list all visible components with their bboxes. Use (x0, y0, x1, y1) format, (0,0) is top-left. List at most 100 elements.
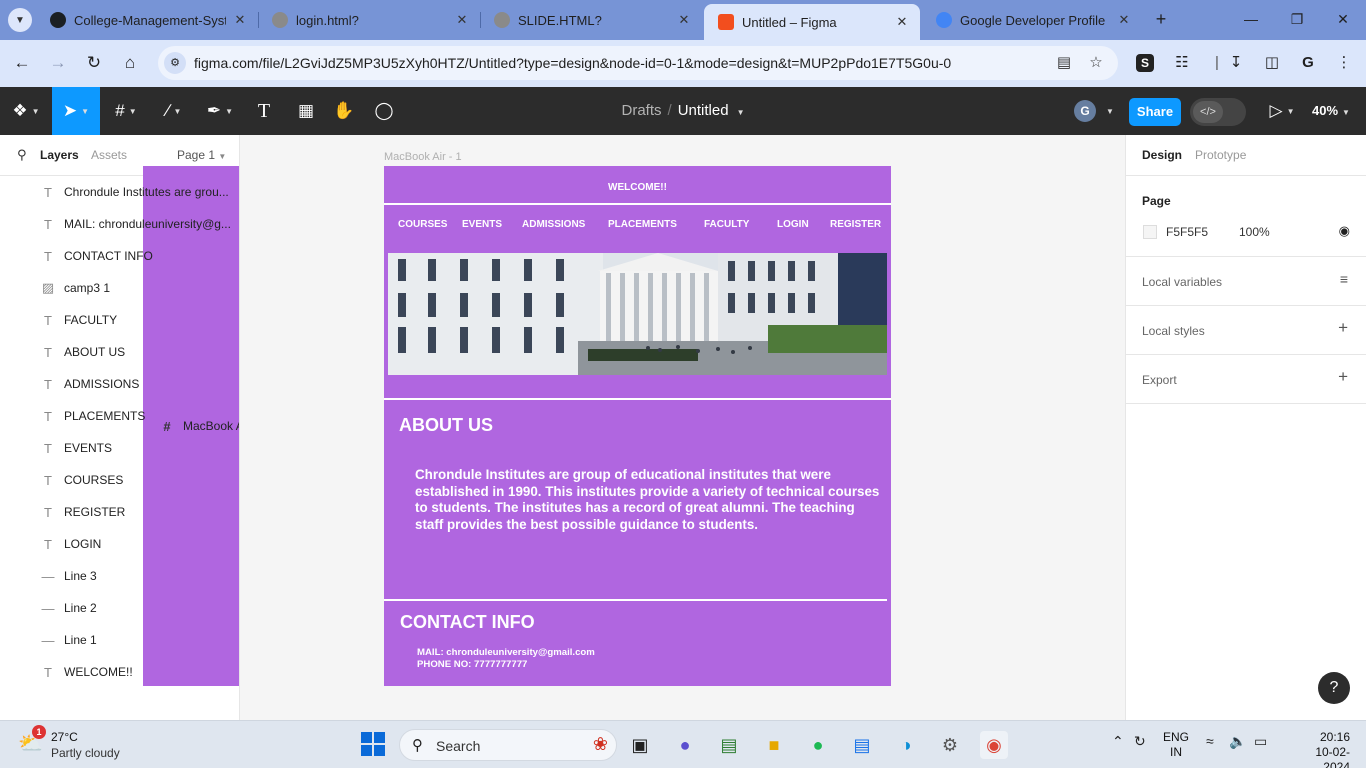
browser-tab[interactable]: College-Management-System ✕ (36, 6, 258, 34)
line-3[interactable] (384, 599, 887, 601)
weather-widget[interactable]: ⛅ 1 27°C Partly cloudy (16, 725, 156, 763)
close-icon[interactable]: ✕ (454, 12, 470, 28)
page-color-swatch[interactable] (1143, 225, 1157, 239)
side-panel-icon[interactable]: ◫ (1261, 52, 1283, 74)
layer-row[interactable]: T WELCOME!! (0, 656, 239, 688)
chevron-down-icon[interactable]: ▼ (737, 108, 745, 117)
mail-text[interactable]: MAIL: chronduleuniversity@gmail.com (417, 647, 595, 658)
present-button[interactable]: ▷ ▼ (1264, 87, 1300, 135)
extension-s-icon[interactable]: S (1136, 54, 1154, 72)
layer-row[interactable]: — Line 3 (0, 560, 239, 592)
nav-faculty[interactable]: FACULTY (704, 219, 749, 230)
layer-row[interactable]: — Line 2 (0, 592, 239, 624)
nav-placements[interactable]: PLACEMENTS (608, 219, 677, 230)
back-arrow-icon[interactable]: ← (10, 51, 34, 75)
export-section[interactable]: Export + (1126, 355, 1366, 404)
site-info-icon[interactable]: ⚙ (164, 52, 186, 74)
file-name[interactable]: Untitled (678, 102, 729, 119)
comment-tool-button[interactable]: ◯ (368, 87, 400, 135)
shape-tool-button[interactable]: ∕ ▼ (152, 87, 196, 135)
help-button[interactable]: ? (1318, 672, 1350, 704)
file-explorer-icon[interactable]: ■ (760, 731, 788, 759)
browser-tab-active[interactable]: Untitled – Figma ✕ (704, 4, 920, 40)
charts-app-icon[interactable]: ▤ (715, 731, 743, 759)
about-us-heading[interactable]: ABOUT US (399, 415, 493, 436)
page-opacity-value[interactable]: 100% (1239, 225, 1270, 239)
eye-icon[interactable]: ◉ (1339, 223, 1350, 239)
forward-arrow-icon[interactable]: → (46, 51, 70, 75)
plus-icon[interactable]: + (1338, 318, 1348, 338)
frame-label[interactable]: MacBook Air - 1 (384, 151, 462, 163)
browser-tab[interactable]: SLIDE.HTML? ✕ (480, 6, 702, 34)
spotify-icon[interactable]: ● (804, 731, 832, 759)
share-button[interactable]: Share (1129, 98, 1181, 126)
local-styles-section[interactable]: Local styles + (1126, 306, 1366, 355)
nav-admissions[interactable]: ADMISSIONS (522, 219, 585, 230)
welcome-text[interactable]: WELCOME!! (384, 182, 891, 193)
zoom-control[interactable]: 40% ▼ (1312, 87, 1350, 135)
about-us-paragraph[interactable]: Chrondule Institutes are group of educat… (415, 467, 885, 533)
pen-tool-button[interactable]: ✒ ▼ (198, 87, 242, 135)
chevron-up-icon[interactable]: ⌃ (1112, 733, 1124, 750)
layer-row[interactable]: T Chrondule Institutes are grou... (0, 176, 239, 208)
layer-row[interactable]: T FACULTY (0, 304, 239, 336)
line-1[interactable] (384, 203, 891, 205)
task-view-icon[interactable]: ▣ (626, 731, 654, 759)
restore-icon[interactable]: ❐ (1282, 8, 1312, 30)
campus-photo[interactable] (388, 253, 887, 375)
nav-register[interactable]: REGISTER (830, 219, 881, 230)
page-selector[interactable]: Page 1 ▼ (177, 148, 226, 162)
tab-layers[interactable]: Layers (40, 148, 79, 162)
start-windows-icon[interactable] (361, 732, 385, 756)
browser-tab[interactable]: Google Developer Profile | ✕ (922, 6, 1142, 34)
reload-icon[interactable]: ↻ (82, 51, 106, 75)
tab-search-chevron-icon[interactable]: ▼ (8, 8, 32, 32)
download-icon[interactable]: ↧ (1225, 52, 1247, 74)
nav-login[interactable]: LOGIN (777, 219, 809, 230)
layer-row[interactable]: T REGISTER (0, 496, 239, 528)
close-icon[interactable]: ✕ (1116, 12, 1132, 28)
edge-icon[interactable]: ◑ (892, 731, 920, 759)
notepad-icon[interactable]: ▤ (848, 731, 876, 759)
layer-row[interactable]: T PLACEMENTS (0, 400, 239, 432)
taskbar-search[interactable]: ⚲ Search ❀ (399, 729, 617, 761)
frame-tool-button[interactable]: # ▼ (104, 87, 148, 135)
main-menu-button[interactable]: ❖ ▼ (0, 87, 52, 135)
sync-icon[interactable]: ↻ (1134, 733, 1146, 750)
layer-row[interactable]: T ABOUT US (0, 336, 239, 368)
line-2[interactable] (384, 398, 891, 400)
local-variables-section[interactable]: Local variables ≡ (1126, 257, 1366, 306)
settings-gear-icon[interactable]: ⚙ (936, 731, 964, 759)
text-tool-button[interactable]: T (248, 87, 280, 135)
plus-icon[interactable]: + (1338, 367, 1348, 387)
layer-row[interactable]: — Line 1 (0, 624, 239, 656)
tab-prototype[interactable]: Prototype (1195, 148, 1246, 162)
contact-info-heading[interactable]: CONTACT INFO (400, 612, 535, 633)
tab-assets[interactable]: Assets (91, 148, 127, 162)
dev-mode-toggle[interactable]: </> (1190, 98, 1246, 126)
minimize-icon[interactable]: — (1236, 8, 1266, 30)
layer-row[interactable]: ▨ camp3 1 (0, 272, 239, 304)
window-close-icon[interactable]: ✕ (1328, 8, 1358, 30)
chrome-icon[interactable]: ◉ (980, 731, 1008, 759)
profile-avatar-icon[interactable]: G (1297, 52, 1319, 74)
language-indicator[interactable]: ENG IN (1163, 730, 1189, 760)
home-icon[interactable]: ⌂ (118, 51, 142, 75)
search-icon[interactable]: ⚲ (17, 147, 27, 163)
page-color-value[interactable]: F5F5F5 (1166, 225, 1208, 239)
resources-button[interactable]: ▦ (290, 87, 322, 135)
browser-menu-icon[interactable]: ⋮ (1333, 52, 1355, 74)
close-icon[interactable]: ✕ (232, 12, 248, 28)
tab-design[interactable]: Design (1142, 148, 1182, 162)
system-clock[interactable]: 20:16 10-02-2024 (1296, 730, 1350, 768)
volume-icon[interactable]: 🔈 (1229, 733, 1246, 750)
macbook-frame[interactable]: WELCOME!! COURSES EVENTS ADMISSIONS PLAC… (384, 166, 891, 686)
breadcrumb-drafts[interactable]: Drafts (622, 102, 662, 119)
clipboard-icon[interactable]: ▤ (1054, 53, 1074, 73)
wifi-icon[interactable]: ≈ (1206, 733, 1214, 749)
layer-row[interactable]: T MAIL: chronduleuniversity@g... (0, 208, 239, 240)
extensions-puzzle-icon[interactable]: ☷ (1171, 52, 1193, 74)
move-tool-button[interactable]: ➤ ▼ (52, 87, 100, 135)
nav-events[interactable]: EVENTS (462, 219, 502, 230)
layer-row[interactable]: T ADMISSIONS (0, 368, 239, 400)
